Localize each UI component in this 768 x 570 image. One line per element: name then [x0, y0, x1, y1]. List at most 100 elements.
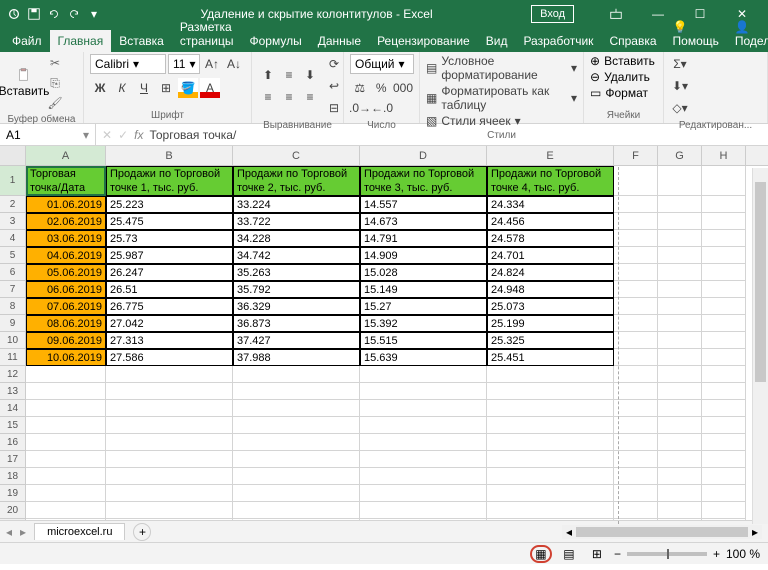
cell[interactable]	[487, 366, 614, 383]
cell[interactable]	[614, 468, 658, 485]
cell[interactable]	[614, 383, 658, 400]
cell[interactable]	[487, 519, 614, 520]
cell[interactable]	[487, 400, 614, 417]
cell[interactable]: Продажи по Торговой точке 1, тыс. руб.	[106, 166, 233, 196]
cell[interactable]: 25.223	[106, 196, 233, 213]
cell[interactable]: 14.557	[360, 196, 487, 213]
fill-color-button[interactable]: 🪣	[178, 78, 198, 98]
cell[interactable]	[614, 166, 658, 196]
cell[interactable]	[106, 383, 233, 400]
cell[interactable]	[26, 519, 106, 520]
cell[interactable]	[233, 434, 360, 451]
cell[interactable]	[106, 451, 233, 468]
cell[interactable]: 06.06.2019	[26, 281, 106, 298]
cell[interactable]	[702, 417, 746, 434]
cell[interactable]	[614, 332, 658, 349]
cell[interactable]	[614, 264, 658, 281]
cell[interactable]: 08.06.2019	[26, 315, 106, 332]
cell[interactable]	[702, 451, 746, 468]
cell[interactable]	[658, 417, 702, 434]
cell[interactable]	[614, 315, 658, 332]
cell[interactable]	[106, 502, 233, 519]
row-header[interactable]: 5	[0, 247, 26, 264]
cell[interactable]	[360, 468, 487, 485]
row-header[interactable]: 21	[0, 519, 26, 520]
cell[interactable]: 24.948	[487, 281, 614, 298]
ribbon-options-icon[interactable]	[596, 0, 636, 28]
paste-button[interactable]: Вставить	[6, 68, 42, 98]
cell[interactable]	[614, 434, 658, 451]
cell[interactable]: 15.27	[360, 298, 487, 315]
italic-button[interactable]: К	[112, 78, 132, 98]
col-header[interactable]: A	[26, 146, 106, 165]
cell[interactable]: 24.578	[487, 230, 614, 247]
col-header[interactable]: B	[106, 146, 233, 165]
cell[interactable]: 02.06.2019	[26, 213, 106, 230]
cell[interactable]	[658, 468, 702, 485]
cell[interactable]	[658, 298, 702, 315]
comma-icon[interactable]: 000	[393, 78, 413, 98]
cell[interactable]	[614, 230, 658, 247]
cell[interactable]: Торговая точка/Дата	[26, 166, 106, 196]
tab-view[interactable]: Вид	[478, 30, 516, 52]
cell[interactable]	[233, 502, 360, 519]
row-header[interactable]: 12	[0, 366, 26, 383]
cell[interactable]: 34.228	[233, 230, 360, 247]
cell[interactable]	[702, 196, 746, 213]
cell[interactable]	[106, 519, 233, 520]
cell[interactable]	[702, 281, 746, 298]
cell[interactable]	[614, 247, 658, 264]
cell[interactable]: 37.427	[233, 332, 360, 349]
cell[interactable]	[360, 383, 487, 400]
cell[interactable]	[360, 485, 487, 502]
row-header[interactable]: 2	[0, 196, 26, 213]
cut-icon[interactable]: ✂	[46, 54, 64, 72]
cell[interactable]	[106, 468, 233, 485]
cell[interactable]	[658, 383, 702, 400]
sheet-tab[interactable]: microexcel.ru	[34, 523, 125, 540]
autosum-icon[interactable]: Σ▾	[670, 54, 690, 74]
conditional-formatting[interactable]: ▤Условное форматирование▾	[426, 54, 577, 82]
cell[interactable]	[614, 213, 658, 230]
cell[interactable]	[360, 400, 487, 417]
cell[interactable]	[702, 213, 746, 230]
cell[interactable]	[26, 400, 106, 417]
cell[interactable]	[614, 417, 658, 434]
cell[interactable]: 36.329	[233, 298, 360, 315]
cell[interactable]: 33.722	[233, 213, 360, 230]
cell[interactable]	[487, 451, 614, 468]
cell[interactable]: 25.73	[106, 230, 233, 247]
cell[interactable]: 26.775	[106, 298, 233, 315]
cell[interactable]	[26, 417, 106, 434]
row-header[interactable]: 18	[0, 468, 26, 485]
cell[interactable]	[658, 434, 702, 451]
cell[interactable]	[702, 298, 746, 315]
add-sheet-button[interactable]: +	[133, 523, 151, 541]
format-as-table[interactable]: ▦Форматировать как таблицу▾	[426, 84, 577, 112]
cell[interactable]	[106, 434, 233, 451]
font-size-select[interactable]: 11▾	[168, 54, 200, 74]
cell[interactable]	[658, 247, 702, 264]
zoom-in-icon[interactable]: +	[713, 547, 720, 561]
tab-file[interactable]: Файл	[4, 30, 50, 52]
cell[interactable]	[487, 485, 614, 502]
cell[interactable]	[702, 519, 746, 520]
scroll-thumb[interactable]	[755, 182, 766, 382]
tellme[interactable]: 💡 Помощь	[665, 16, 727, 52]
cell[interactable]	[26, 468, 106, 485]
cell[interactable]	[614, 519, 658, 520]
qat-dropdown-icon[interactable]: ▾	[86, 6, 102, 22]
cell[interactable]	[614, 349, 658, 366]
name-box[interactable]: A1▾	[0, 124, 96, 145]
align-middle-icon[interactable]: ≡	[279, 65, 299, 85]
undo-icon[interactable]	[46, 6, 62, 22]
cell[interactable]: 27.313	[106, 332, 233, 349]
col-header[interactable]: E	[487, 146, 614, 165]
formula-input[interactable]: Торговая точка/	[149, 128, 762, 142]
normal-view-icon[interactable]: ▦	[530, 545, 552, 563]
wrap-text-icon[interactable]: ↩	[324, 76, 344, 96]
cell[interactable]	[658, 213, 702, 230]
cell[interactable]	[658, 451, 702, 468]
align-right-icon[interactable]: ≡	[300, 87, 320, 107]
cell[interactable]: Продажи по Торговой точке 2, тыс. руб.	[233, 166, 360, 196]
